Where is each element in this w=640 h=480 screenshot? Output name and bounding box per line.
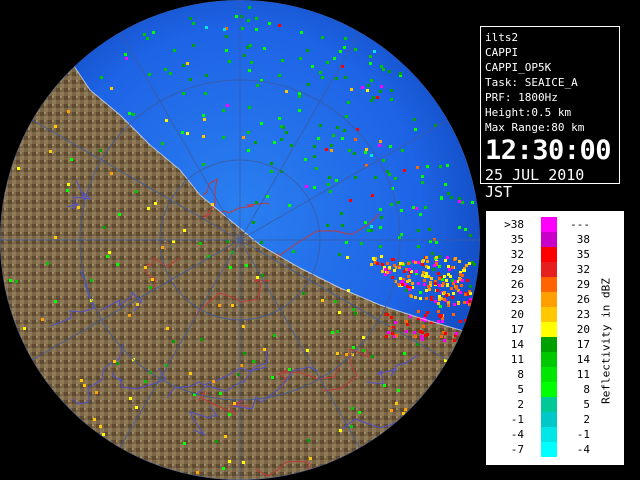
legend-row: 35 38: [486, 232, 596, 247]
observation-date: 25 JUL 2010 JST: [485, 166, 585, 201]
legend-upper-bound: 38: [576, 233, 590, 246]
legend-row: 58: [486, 382, 596, 397]
legend-row: 17 20: [486, 322, 596, 337]
legend-row: -7 -4: [486, 442, 596, 457]
max-range-value: Max Range:80 km: [485, 121, 585, 134]
legend-lower-bound: 29: [510, 263, 524, 276]
legend-row: 29 32: [486, 262, 596, 277]
legend-lower-bound: -7: [510, 443, 524, 456]
legend-upper-bound: -4: [576, 443, 590, 456]
legend-color-swatch: [541, 382, 557, 397]
legend-lower-bound: 26: [510, 278, 524, 291]
legend-color-swatch: [541, 397, 557, 412]
legend-color-swatch: [541, 322, 557, 337]
product-type: CAPPI: [485, 46, 519, 59]
legend-color-swatch: [541, 427, 557, 442]
height-value: Height:0.5 km: [485, 106, 572, 119]
legend-row: -4 -1: [486, 427, 596, 442]
legend-color-swatch: [541, 262, 557, 277]
legend-row: 23 26: [486, 292, 596, 307]
legend-row: 20 23: [486, 307, 596, 322]
legend-lower-bound: 23: [510, 293, 524, 306]
legend-color-swatch: [541, 367, 557, 382]
legend-color-swatch: [541, 232, 557, 247]
legend-lower-bound: 32: [510, 248, 524, 261]
legend-row: >38 ---: [486, 217, 596, 232]
legend-row: 8 11: [486, 367, 596, 382]
legend-color-swatch: [541, 277, 557, 292]
legend-color-swatch: [541, 352, 557, 367]
legend-lower-bound: 2: [517, 398, 524, 411]
product-name: CAPPI_OP5K: [485, 61, 552, 74]
legend-color-swatch: [541, 247, 557, 262]
observation-time: 12:30:00: [485, 135, 612, 166]
legend-row: 11 14: [486, 352, 596, 367]
radar-info-panel: ilts2 CAPPI CAPPI_OP5K Task: SEAICE_A PR…: [480, 26, 620, 201]
legend-color-swatch: [541, 442, 557, 457]
legend-lower-bound: 17: [510, 323, 524, 336]
legend-lower-bound: 20: [510, 308, 524, 321]
legend-lower-bound: -4: [510, 428, 524, 441]
legend-row: 14 17: [486, 337, 596, 352]
legend-lower-bound: 14: [510, 338, 524, 351]
legend-color-swatch: [541, 307, 557, 322]
legend-color-swatch: [541, 217, 557, 232]
radar-display: [0, 0, 480, 480]
legend-lower-bound: 11: [510, 353, 524, 366]
legend-color-swatch: [541, 292, 557, 307]
radar-site-name: ilts2: [485, 31, 519, 44]
prf-value: PRF: 1800Hz: [485, 91, 558, 104]
legend-lower-bound: 5: [517, 383, 524, 396]
legend-lower-bound: >38: [504, 218, 524, 231]
legend-lower-bound: 8: [517, 368, 524, 381]
reflectivity-legend: >38 --- 35 38 32 35 29 32 26 29 23 26 20 23 17 20 14 17 11…: [485, 210, 625, 466]
legend-row: 32 35: [486, 247, 596, 262]
legend-row: -1 2: [486, 412, 596, 427]
legend-row: 25: [486, 397, 596, 412]
legend-lower-bound: -1: [510, 413, 524, 426]
legend-unit-label: Reflectivity in dBZ: [599, 278, 613, 404]
legend-row: 26 29: [486, 277, 596, 292]
legend-color-swatch: [541, 337, 557, 352]
legend-lower-bound: 35: [510, 233, 524, 246]
legend-unit: Reflectivity in dBZ: [586, 251, 626, 431]
legend-color-swatch: [541, 412, 557, 427]
legend-upper-bound: ---: [570, 218, 590, 231]
task-name: Task: SEAICE_A: [485, 76, 578, 89]
